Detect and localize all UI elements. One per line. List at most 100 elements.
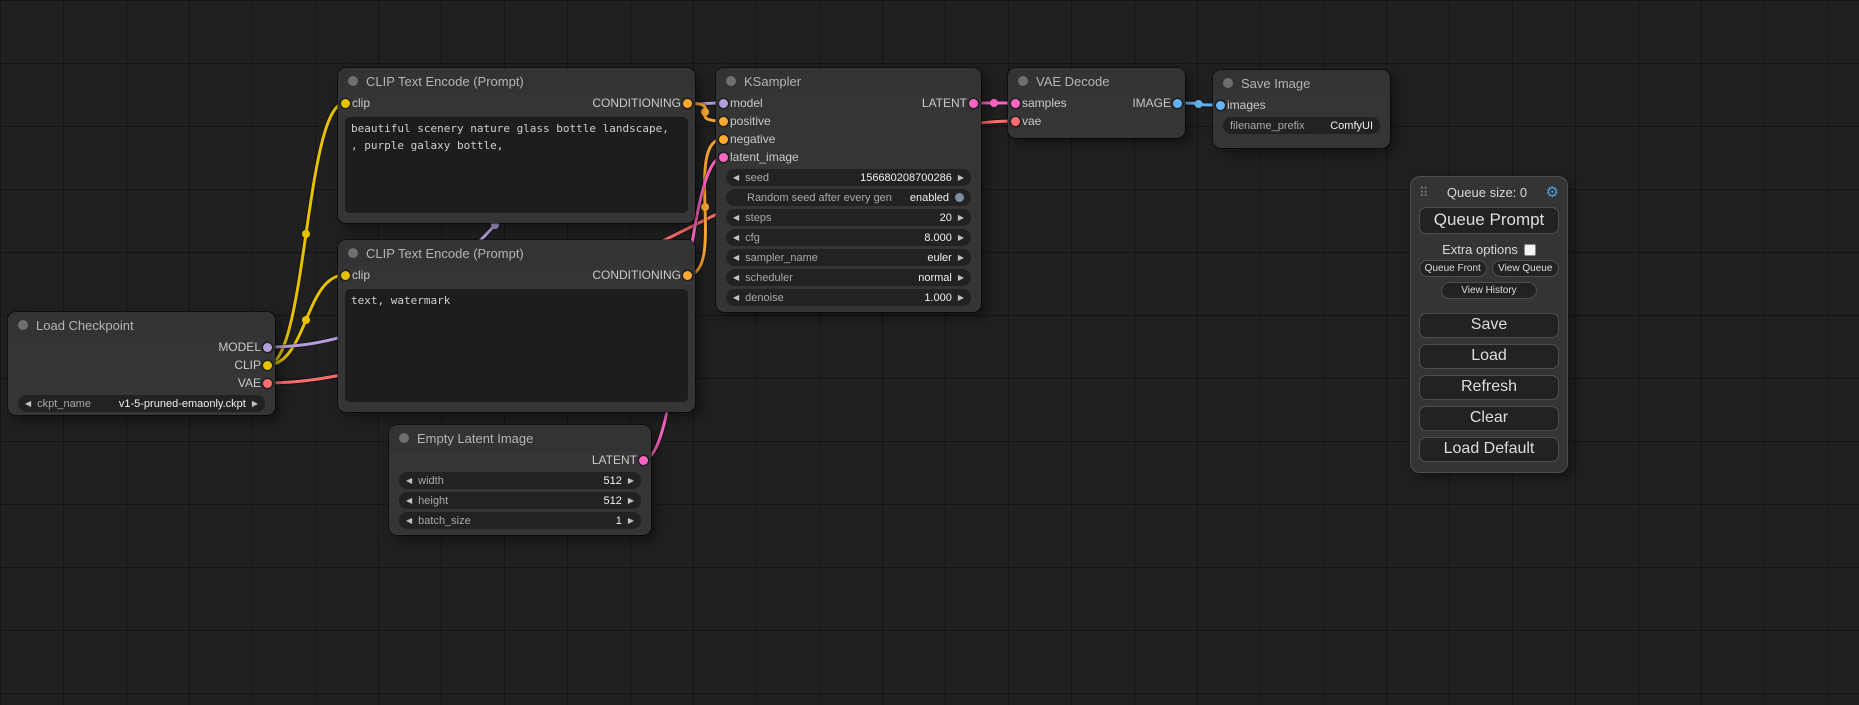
next-arrow-icon[interactable]: ▶ [958, 274, 964, 282]
output-port-latent[interactable] [969, 99, 978, 108]
node-collapse-dot[interactable] [1018, 76, 1028, 86]
widget-value: 512 [603, 475, 621, 487]
node-collapse-dot[interactable] [399, 433, 409, 443]
input-port-positive[interactable] [719, 117, 728, 126]
prev-arrow-icon[interactable]: ◀ [733, 274, 739, 282]
queue-front-button[interactable]: Queue Front [1419, 260, 1487, 277]
input-port-negative[interactable] [719, 135, 728, 144]
node-title-bar[interactable]: Save Image [1213, 70, 1390, 96]
main-menu-panel[interactable]: ⠿ Queue size: 0 ⚙ Queue Prompt Extra opt… [1410, 176, 1568, 473]
refresh-button[interactable]: Refresh [1419, 375, 1559, 400]
prev-arrow-icon[interactable]: ◀ [406, 477, 412, 485]
widget-height[interactable]: ◀ height 512 ▶ [399, 492, 641, 509]
widget-seed[interactable]: ◀ seed 156680208700286 ▶ [726, 169, 971, 186]
node-collapse-dot[interactable] [348, 248, 358, 258]
node-ksampler[interactable]: KSampler model LATENT positive negative … [716, 68, 981, 312]
next-arrow-icon[interactable]: ▶ [628, 497, 634, 505]
node-title-bar[interactable]: VAE Decode [1008, 68, 1185, 94]
input-port-latent-image[interactable] [719, 153, 728, 162]
node-collapse-dot[interactable] [18, 320, 28, 330]
prev-arrow-icon[interactable]: ◀ [406, 517, 412, 525]
positive-prompt-textarea[interactable]: beautiful scenery nature glass bottle la… [345, 117, 688, 213]
node-clip-text-encode-positive[interactable]: CLIP Text Encode (Prompt) clip CONDITION… [338, 68, 695, 223]
settings-gear-icon[interactable]: ⚙ [1546, 185, 1559, 200]
extra-options-row: Extra options [1419, 242, 1559, 257]
toggle-knob-icon[interactable] [955, 193, 964, 202]
output-port-image[interactable] [1173, 99, 1182, 108]
next-arrow-icon[interactable]: ▶ [958, 294, 964, 302]
widget-width[interactable]: ◀ width 512 ▶ [399, 472, 641, 489]
widget-cfg[interactable]: ◀ cfg 8.000 ▶ [726, 229, 971, 246]
node-load-checkpoint[interactable]: Load Checkpoint MODEL CLIP VAE ◀ ckpt_na… [8, 312, 275, 415]
input-port-images[interactable] [1216, 101, 1225, 110]
widget-steps[interactable]: ◀ steps 20 ▶ [726, 209, 971, 226]
widget-batch-size[interactable]: ◀ batch_size 1 ▶ [399, 512, 641, 529]
input-port-clip[interactable] [341, 99, 350, 108]
widget-name: denoise [745, 292, 784, 304]
next-arrow-icon[interactable]: ▶ [958, 234, 964, 242]
input-label-clip: clip [352, 96, 370, 110]
load-button[interactable]: Load [1419, 344, 1559, 369]
negative-prompt-textarea[interactable]: text, watermark [345, 289, 688, 402]
output-port-latent[interactable] [639, 456, 648, 465]
widget-denoise[interactable]: ◀ denoise 1.000 ▶ [726, 289, 971, 306]
node-collapse-dot[interactable] [726, 76, 736, 86]
port-row: vae [1008, 112, 1185, 130]
node-clip-text-encode-negative[interactable]: CLIP Text Encode (Prompt) clip CONDITION… [338, 240, 695, 412]
node-save-image[interactable]: Save Image images filename_prefix ComfyU… [1213, 70, 1390, 148]
widget-filename-prefix[interactable]: filename_prefix ComfyUI [1223, 117, 1380, 134]
input-port-clip[interactable] [341, 271, 350, 280]
widget-sampler-name[interactable]: ◀ sampler_name euler ▶ [726, 249, 971, 266]
next-arrow-icon[interactable]: ▶ [958, 214, 964, 222]
menu-drag-handle-icon[interactable]: ⠿ [1419, 186, 1429, 199]
widget-ckpt-name[interactable]: ◀ ckpt_name v1-5-pruned-emaonly.ckpt ▶ [18, 395, 265, 412]
output-port-clip[interactable] [263, 361, 272, 370]
input-port-samples[interactable] [1011, 99, 1020, 108]
node-title-bar[interactable]: CLIP Text Encode (Prompt) [338, 68, 695, 94]
widget-name: ckpt_name [37, 398, 91, 410]
view-queue-button[interactable]: View Queue [1492, 260, 1560, 277]
node-empty-latent-image[interactable]: Empty Latent Image LATENT ◀ width 512 ▶ … [389, 425, 651, 535]
load-default-button[interactable]: Load Default [1419, 437, 1559, 462]
output-label-vae: VAE [238, 376, 261, 390]
prev-arrow-icon[interactable]: ◀ [733, 214, 739, 222]
widget-scheduler[interactable]: ◀ scheduler normal ▶ [726, 269, 971, 286]
extra-options-label: Extra options [1442, 242, 1518, 257]
prev-arrow-icon[interactable]: ◀ [733, 174, 739, 182]
next-arrow-icon[interactable]: ▶ [958, 174, 964, 182]
extra-options-checkbox[interactable] [1524, 244, 1536, 256]
node-collapse-dot[interactable] [348, 76, 358, 86]
next-arrow-icon[interactable]: ▶ [628, 517, 634, 525]
output-port-conditioning[interactable] [683, 271, 692, 280]
prev-arrow-icon[interactable]: ◀ [733, 294, 739, 302]
node-title-bar[interactable]: Empty Latent Image [389, 425, 651, 451]
queue-prompt-button[interactable]: Queue Prompt [1419, 207, 1559, 234]
next-arrow-icon[interactable]: ▶ [958, 254, 964, 262]
output-label-conditioning: CONDITIONING [592, 96, 681, 110]
output-port-conditioning[interactable] [683, 99, 692, 108]
next-arrow-icon[interactable]: ▶ [628, 477, 634, 485]
port-row: positive [716, 112, 981, 130]
widget-name: batch_size [418, 515, 471, 527]
prev-arrow-icon[interactable]: ◀ [733, 254, 739, 262]
node-vae-decode[interactable]: VAE Decode samples IMAGE vae [1008, 68, 1185, 138]
input-port-vae[interactable] [1011, 117, 1020, 126]
output-port-vae[interactable] [263, 379, 272, 388]
widget-name: scheduler [745, 272, 793, 284]
node-collapse-dot[interactable] [1223, 78, 1233, 88]
output-label-clip: CLIP [234, 358, 261, 372]
widget-value: normal [918, 272, 952, 284]
view-history-button[interactable]: View History [1441, 282, 1536, 299]
output-port-model[interactable] [263, 343, 272, 352]
prev-arrow-icon[interactable]: ◀ [406, 497, 412, 505]
input-port-model[interactable] [719, 99, 728, 108]
node-title-bar[interactable]: CLIP Text Encode (Prompt) [338, 240, 695, 266]
node-title-bar[interactable]: Load Checkpoint [8, 312, 275, 338]
clear-button[interactable]: Clear [1419, 406, 1559, 431]
widget-random-seed-toggle[interactable]: Random seed after every gen enabled [726, 189, 971, 206]
save-button[interactable]: Save [1419, 313, 1559, 338]
node-title-bar[interactable]: KSampler [716, 68, 981, 94]
next-arrow-icon[interactable]: ▶ [252, 400, 258, 408]
prev-arrow-icon[interactable]: ◀ [25, 400, 31, 408]
prev-arrow-icon[interactable]: ◀ [733, 234, 739, 242]
